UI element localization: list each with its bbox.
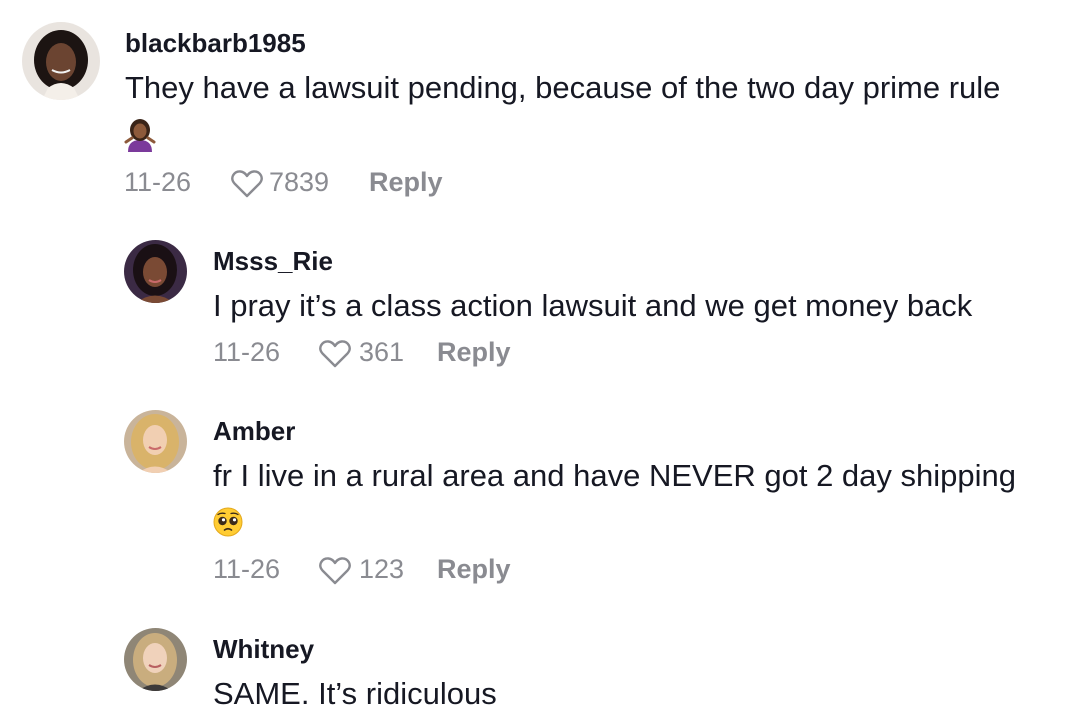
heart-outline-icon[interactable]: [318, 556, 352, 594]
username[interactable]: blackbarb1985: [125, 28, 306, 58]
avatar[interactable]: [124, 240, 187, 303]
comment-date: 11-26: [213, 554, 281, 584]
woman-shrugging-emoji: [124, 118, 156, 152]
username[interactable]: Whitney: [213, 634, 314, 664]
heart-outline-icon[interactable]: [318, 339, 352, 377]
comment-blackbarb1985: blackbarb1985 They have a lawsuit pendin…: [0, 0, 1076, 210]
like-count: 123: [359, 554, 405, 584]
reply-button[interactable]: Reply: [437, 552, 511, 586]
avatar[interactable]: [124, 410, 187, 473]
like-count: 7839: [269, 167, 330, 197]
comment-amber: Amber fr I live in a rural area and have…: [0, 400, 1076, 600]
username[interactable]: Amber: [213, 416, 295, 446]
comment-date: 11-26: [124, 167, 192, 197]
comment-text: fr I live in a rural area and have NEVER…: [213, 458, 1017, 493]
comment-text: SAME. It’s ridiculous: [213, 676, 497, 711]
comment-whitney: Whitney SAME. It’s ridiculous: [0, 618, 1076, 718]
comment-meta: 11-26 361 Reply: [213, 335, 613, 369]
reply-button[interactable]: Reply: [437, 335, 511, 369]
username[interactable]: Msss_Rie: [213, 246, 333, 276]
heart-outline-icon[interactable]: [230, 169, 264, 207]
avatar[interactable]: [22, 22, 100, 100]
comment-meta: 11-26 123 Reply: [213, 552, 613, 586]
comment-date: 11-26: [213, 337, 281, 367]
reply-button[interactable]: Reply: [369, 165, 443, 199]
avatar[interactable]: [124, 628, 187, 691]
comment-text: I pray it’s a class action lawsuit and w…: [213, 288, 973, 323]
pleading-face-emoji: [212, 506, 244, 538]
comment-text: They have a lawsuit pending, because of …: [125, 70, 1001, 105]
comment-msss-rie: Msss_Rie I pray it’s a class action laws…: [0, 230, 1076, 380]
comment-meta: 11-26 7839 Reply: [124, 165, 524, 199]
like-count: 361: [359, 337, 405, 367]
